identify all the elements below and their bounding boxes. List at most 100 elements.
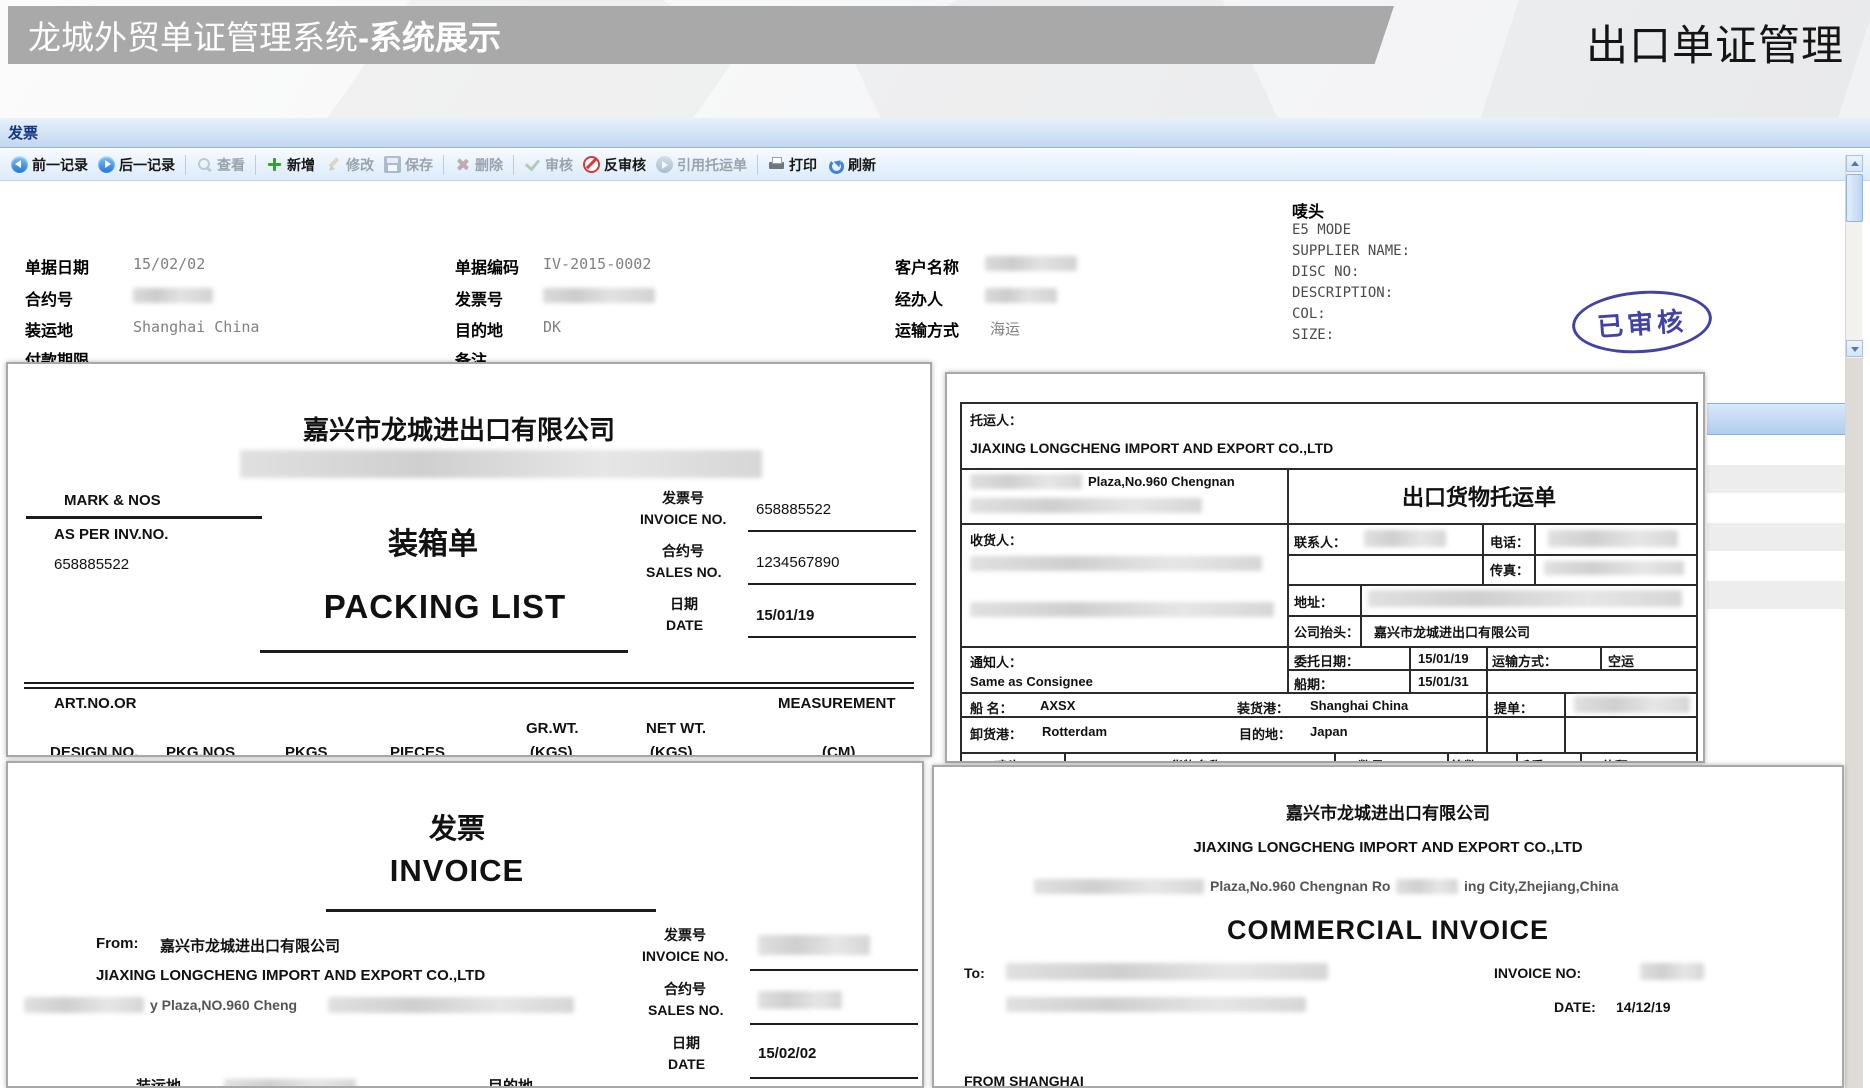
redacted-consignee [970,556,1262,571]
refresh-button[interactable]: 刷新 [822,153,881,177]
prev-record-label: 前一记录 [32,155,88,175]
invoice-no-redacted-value [543,288,655,303]
so-consignee-label: 收货人： [970,530,1022,549]
line [1482,523,1484,584]
mark-line: SIZE: [1292,327,1334,343]
pl-sales-no-label-en: SALES NO. [646,564,721,580]
line [750,1077,918,1079]
so-phone-label: 电话： [1490,532,1529,551]
line [1486,646,1488,752]
line [750,1023,918,1025]
so-discharge-port-label: 卸货港： [970,724,1022,743]
ci-company-cn: 嘉兴市龙城进出口有限公司 [934,799,1842,824]
tab-invoice[interactable]: 发票 [8,122,38,143]
redacted-invoice-no [758,935,870,955]
handler-label: 经办人 [895,286,943,310]
view-label: 查看 [217,155,245,175]
line [748,583,916,585]
red-x-icon [454,156,471,173]
so-address-fragment: Plaza,No.960 Chengnan [1088,474,1235,489]
inv-invoice-no-label-cn: 发票号 [664,925,706,945]
packing-list-company: 嘉兴市龙城进出口有限公司 [8,410,910,447]
ci-address-fragment-2: ing City,Zhejiang,China [1464,878,1619,894]
ci-date-label: DATE: [1554,999,1596,1015]
so-title: 出口货物托运单 [1402,480,1556,512]
inv-date-label-cn: 日期 [672,1033,700,1053]
ci-title: COMMERCIAL INVOICE [934,915,1842,946]
so-destination-value: Japan [1310,724,1348,739]
scroll-down-button[interactable] [1846,340,1863,357]
next-record-button[interactable]: 后一记录 [93,153,180,177]
destination-value: DK [543,318,561,336]
quote-shipping-order-label: 引用托运单 [677,155,747,175]
mark-label: 唛头 [1292,198,1324,222]
redacted-contact [1364,530,1446,547]
invoice-title-en: INVOICE [8,853,906,889]
ci-from-line: FROM SHANGHAI [964,1073,1084,1088]
line [24,687,914,689]
so-discharge-port-value: Rotterdam [1042,724,1107,739]
view-button[interactable]: 查看 [191,153,250,177]
so-notify-value: Same as Consignee [970,674,1093,689]
print-button[interactable]: 打印 [763,153,822,177]
toolbar-separator [757,155,758,175]
audit-button[interactable]: 审核 [519,153,578,177]
scrollbar-thumb[interactable] [1846,174,1863,222]
delete-button[interactable]: 删除 [449,153,508,177]
line [962,716,1696,718]
so-contact-label: 联系人： [1294,532,1346,551]
contract-no-redacted-value [133,288,213,303]
line [748,530,916,532]
line [1534,523,1536,584]
line [1564,692,1566,752]
handler-redacted-value [985,288,1057,303]
packing-list-title-cn: 装箱单 [8,519,858,563]
save-button[interactable]: 保存 [379,153,438,177]
so-shipper-value: JIAXING LONGCHENG IMPORT AND EXPORT CO.,… [970,440,1333,456]
scroll-up-button[interactable] [1846,155,1863,172]
toolbar-separator [185,155,186,175]
edit-button[interactable]: 修改 [320,153,379,177]
shipment-place-value: Shanghai China [133,318,259,336]
inv-date-label-en: DATE [668,1056,705,1072]
line [962,468,1696,470]
top-banner: 龙城外贸单证管理系统-系统展示 出口单证管理 [0,0,1870,118]
unaudit-button[interactable]: 反审核 [578,153,651,177]
redacted-address [240,450,762,478]
mark-line: DISC NO: [1292,264,1359,280]
customer-redacted-value [985,256,1077,271]
pl-invoice-no-label-en: INVOICE NO. [640,511,726,527]
so-vessel-label: 船 名： [970,698,1013,717]
mark-line: SUPPLIER NAME: [1292,243,1410,259]
ci-address-fragment-1: Plaza,No.960 Chengnan Ro [1210,878,1390,894]
grid-header-strip [1707,403,1845,435]
print-label: 打印 [789,155,817,175]
contract-no-label: 合约号 [25,286,73,310]
so-col-goods: 货物名称 [1170,756,1222,763]
redacted-address [1396,879,1458,894]
vertical-scrollbar[interactable] [1845,155,1862,1088]
audited-stamp-text: 已审核 [1596,300,1688,343]
line [1287,468,1289,694]
so-vessel-value: AXSX [1040,698,1075,713]
line [1447,752,1449,763]
doc-code-value: IV-2015-0002 [543,255,651,273]
line [1600,646,1602,669]
redacted-fax [1544,561,1684,575]
redacted-address [24,997,144,1013]
redacted-address [970,498,1202,513]
prev-record-button[interactable]: 前一记录 [6,153,93,177]
so-loading-port-value: Shanghai China [1310,698,1408,713]
toolbar: 前一记录 后一记录 查看 新增 修改 保存 删除 审核 反审核 引用托运单 [0,149,1870,181]
ci-invoice-no-label: INVOICE NO: [1494,965,1581,981]
toolbar-separator [513,155,514,175]
add-button[interactable]: 新增 [261,153,320,177]
invoice-panel: 发票 INVOICE From: 嘉兴市龙城进出口有限公司 JIAXING LO… [6,761,924,1088]
quote-shipping-order-button[interactable]: 引用托运单 [651,153,752,177]
line [1287,615,1696,617]
so-col-mark: 唛头 [994,756,1020,763]
pl-col-grwt-1: GR.WT. [526,720,579,737]
redacted-consignee [970,602,1274,617]
so-transport-value: 空运 [1608,651,1634,670]
so-transport-label: 运输方式： [1492,651,1557,670]
